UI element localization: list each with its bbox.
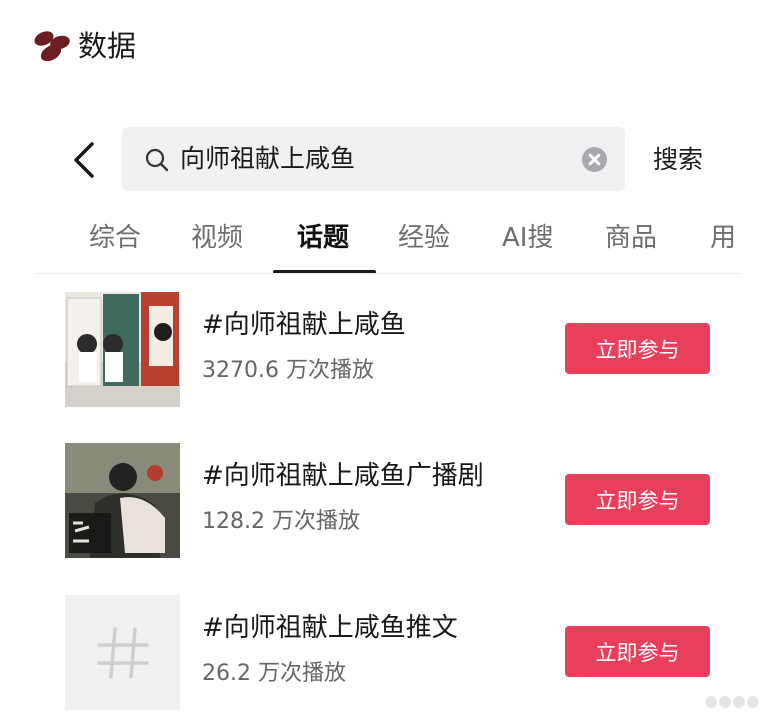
divider bbox=[36, 273, 740, 274]
beans-logo-icon bbox=[30, 24, 72, 65]
join-button[interactable]: 立即参与 bbox=[565, 323, 710, 374]
tab-ai-search[interactable]: AI搜 bbox=[502, 220, 553, 256]
tab-topics[interactable]: 话题 bbox=[297, 220, 349, 256]
topic-result-item[interactable]: #向师祖献上咸鱼推文 26.2 万次播放 立即参与 bbox=[0, 595, 770, 715]
tab-users[interactable]: 用 bbox=[710, 220, 736, 256]
topic-title: #向师祖献上咸鱼推文 bbox=[202, 613, 458, 643]
search-query: 向师祖献上咸鱼 bbox=[180, 144, 356, 173]
tab-comprehensive[interactable]: 综合 bbox=[89, 220, 141, 256]
topic-thumbnail bbox=[65, 292, 180, 407]
search-input[interactable]: 向师祖献上咸鱼 bbox=[122, 127, 625, 191]
back-arrow-icon[interactable] bbox=[66, 140, 106, 180]
watermark bbox=[705, 691, 759, 713]
search-icon bbox=[145, 148, 169, 172]
search-button[interactable]: 搜索 bbox=[653, 143, 703, 177]
hashtag-icon bbox=[65, 595, 180, 710]
tab-experience[interactable]: 经验 bbox=[398, 220, 450, 256]
tab-videos[interactable]: 视频 bbox=[191, 220, 243, 256]
header-title: 数据 bbox=[78, 29, 137, 63]
topic-result-item[interactable]: #向师祖献上咸鱼广播剧 128.2 万次播放 立即参与 bbox=[0, 443, 770, 563]
topic-plays: 3270.6 万次播放 bbox=[202, 358, 374, 383]
tab-products[interactable]: 商品 bbox=[605, 220, 657, 256]
topic-result-item[interactable]: #向师祖献上咸鱼 3270.6 万次播放 立即参与 bbox=[0, 292, 770, 412]
clear-icon[interactable] bbox=[582, 147, 607, 172]
topic-title: #向师祖献上咸鱼 bbox=[202, 310, 406, 340]
topic-plays: 26.2 万次播放 bbox=[202, 661, 346, 686]
topic-thumbnail bbox=[65, 443, 180, 558]
topic-title: #向师祖献上咸鱼广播剧 bbox=[202, 461, 484, 491]
result-tabs: 综合 视频 话题 经验 AI搜 商品 用 bbox=[0, 218, 770, 274]
app-header: 数据 bbox=[30, 22, 136, 66]
topic-plays: 128.2 万次播放 bbox=[202, 509, 360, 534]
join-button[interactable]: 立即参与 bbox=[565, 474, 710, 525]
join-button[interactable]: 立即参与 bbox=[565, 626, 710, 677]
